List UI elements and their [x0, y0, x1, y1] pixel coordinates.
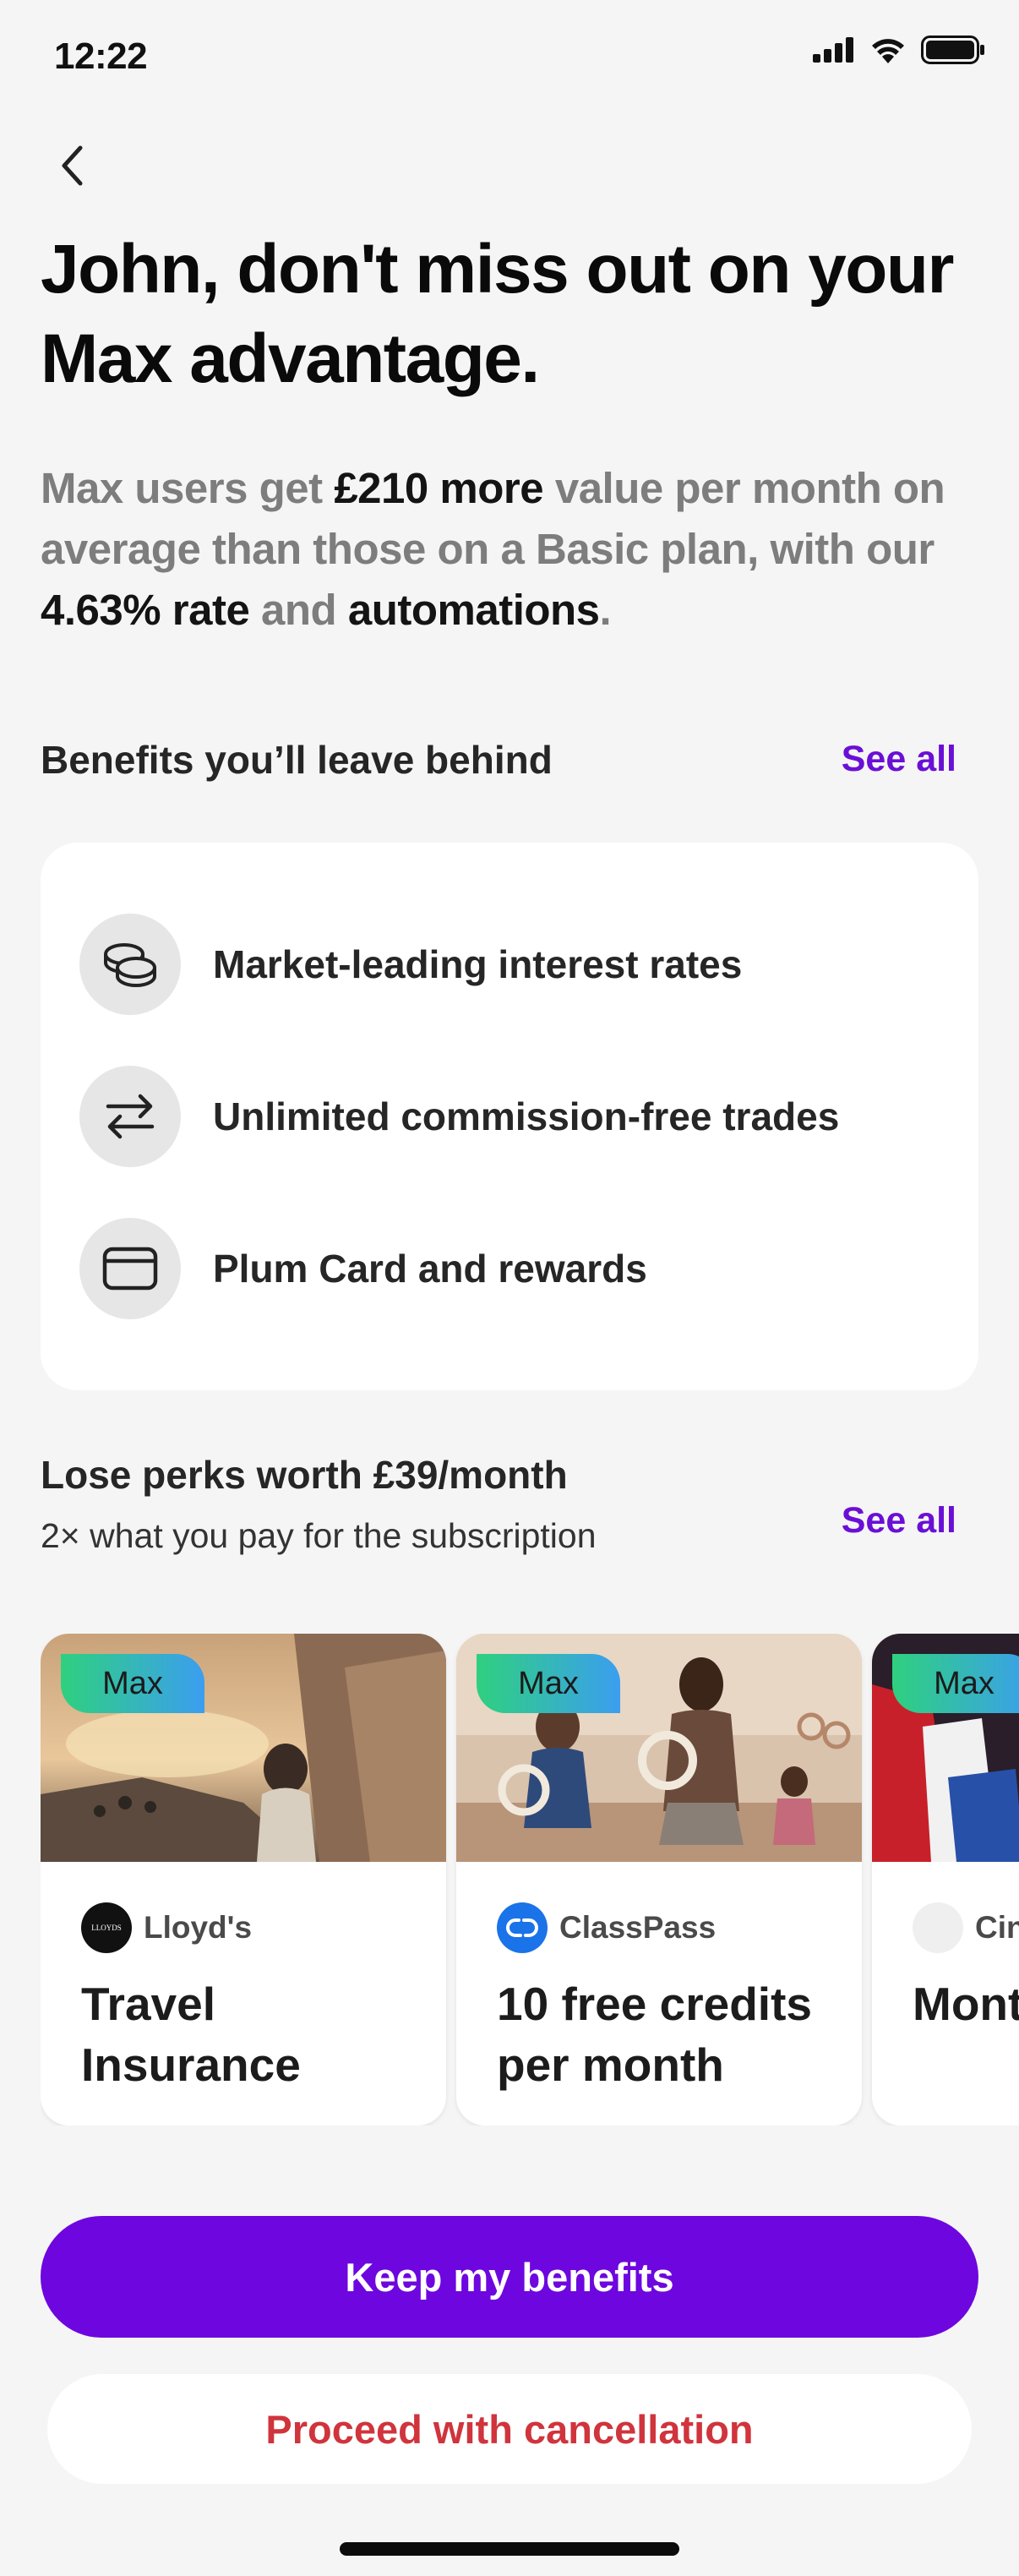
- wifi-icon: [872, 39, 904, 63]
- chevron-left-icon: [62, 145, 83, 186]
- screen: 12:22 John, don't miss out on your Max a…: [0, 0, 1019, 2576]
- swap-arrows-icon: [79, 1066, 181, 1167]
- perk-title: Travel Insurance: [81, 1978, 301, 2091]
- perks-see-all-link[interactable]: See all: [842, 1500, 956, 1542]
- intro-highlight-automations: automations: [347, 586, 600, 634]
- card-icon: [79, 1218, 181, 1319]
- brand-name: Cin: [975, 1910, 1019, 1945]
- benefit-item: Unlimited commission-free trades: [79, 1066, 839, 1167]
- intro-text: Max users get £210 more value per month …: [41, 458, 987, 641]
- benefits-card: Market-leading interest rates Unlimited …: [41, 843, 978, 1390]
- battery-icon: [921, 35, 984, 64]
- perks-section-title: Lose perks worth £39/month: [41, 1453, 568, 1497]
- benefits-see-all-link[interactable]: See all: [842, 739, 956, 780]
- home-indicator: [340, 2542, 679, 2556]
- perk-card[interactable]: Max LLOYDS Lloyd's Travel Insurance: [41, 1634, 446, 2126]
- brand-name: ClassPass: [559, 1910, 717, 1945]
- back-button[interactable]: [49, 142, 96, 189]
- benefit-item: Plum Card and rewards: [79, 1218, 647, 1319]
- benefit-label: Unlimited commission-free trades: [213, 1094, 840, 1138]
- intro-text-part: Max users get: [41, 464, 335, 512]
- classpass-logo: [497, 1902, 548, 1953]
- max-badge: Max: [477, 1654, 620, 1713]
- benefit-label: Plum Card and rewards: [213, 1247, 647, 1291]
- status-icons: [813, 35, 985, 64]
- benefit-item: Market-leading interest rates: [79, 914, 742, 1015]
- lloyds-logo: LLOYDS: [81, 1902, 132, 1953]
- intro-text-part: and: [249, 586, 348, 634]
- brand-name: Lloyd's: [144, 1910, 253, 1945]
- perk-card[interactable]: Max ClassPass 10 free credits per month: [456, 1634, 862, 2126]
- keep-benefits-button[interactable]: Keep my benefits: [41, 2216, 978, 2338]
- status-time: 12:22: [54, 35, 148, 77]
- perks-carousel[interactable]: Max LLOYDS Lloyd's Travel Insurance Max …: [41, 1634, 1019, 2126]
- cellular-signal-icon: [813, 37, 853, 63]
- max-badge: Max: [892, 1654, 1019, 1713]
- brand-row: ClassPass: [497, 1902, 716, 1953]
- cinema-logo: [913, 1902, 963, 1953]
- proceed-cancellation-button[interactable]: Proceed with cancellation: [47, 2374, 972, 2484]
- intro-text-part: .: [599, 586, 612, 634]
- brand-row: LLOYDS Lloyd's: [81, 1902, 252, 1953]
- max-badge: Max: [61, 1654, 204, 1713]
- lloyds-logo-text: LLOYDS: [91, 1924, 122, 1932]
- brand-row: Cin: [913, 1902, 1019, 1953]
- perk-title: 10 free credits per month: [497, 1978, 812, 2091]
- perk-title: Mont ciner: [913, 1978, 1019, 2030]
- intro-highlight-value: £210 more: [334, 464, 544, 512]
- page-title: John, don't miss out on your Max advanta…: [41, 231, 954, 397]
- coins-icon: [79, 914, 181, 1015]
- intro-highlight-rate: 4.63% rate: [41, 586, 250, 634]
- benefit-label: Market-leading interest rates: [213, 942, 743, 986]
- perks-subtitle: 2× what you pay for the subscription: [41, 1516, 597, 1555]
- benefits-section-title: Benefits you’ll leave behind: [41, 738, 553, 782]
- perk-card[interactable]: Max Cin Mont ciner: [872, 1634, 1019, 2126]
